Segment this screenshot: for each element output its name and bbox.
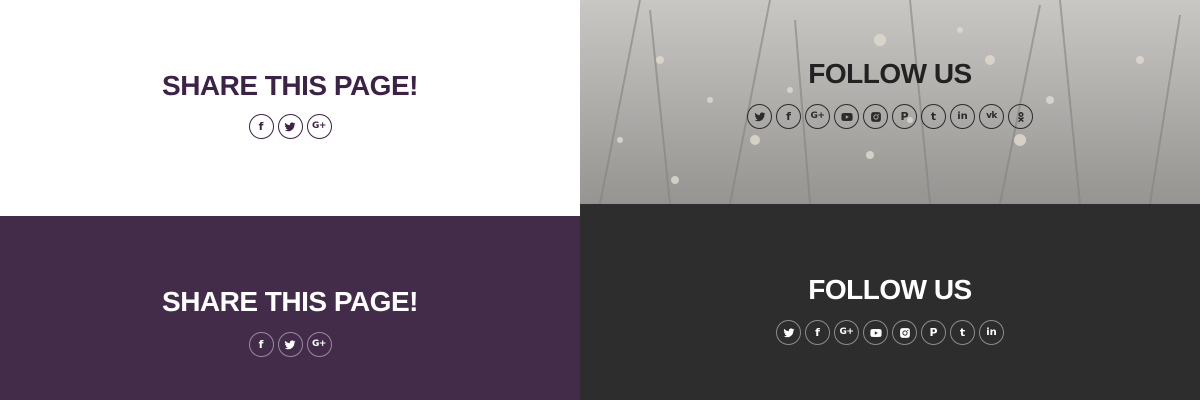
- follow-title: FOLLOW US: [808, 58, 972, 89]
- photo-overlay: [580, 0, 1200, 204]
- vk-glyph: vk: [986, 111, 997, 121]
- linkedin-icon[interactable]: in: [950, 104, 975, 129]
- vk-icon[interactable]: vk: [979, 104, 1004, 129]
- tumblr-glyph: t: [959, 326, 966, 339]
- share-section-light: SHARE THIS PAGE! f G+: [0, 0, 580, 216]
- follow-section-photo: FOLLOW US f G+ P t in vk: [580, 0, 1200, 204]
- follow-title: FOLLOW US: [808, 274, 972, 305]
- youtube-icon[interactable]: [863, 320, 888, 345]
- youtube-icon[interactable]: [834, 104, 859, 129]
- share-title: SHARE THIS PAGE!: [162, 286, 418, 317]
- facebook-icon[interactable]: f: [248, 114, 274, 139]
- twitter-icon[interactable]: [277, 332, 303, 357]
- google-plus-glyph: G+: [312, 121, 326, 131]
- twitter-icon[interactable]: [277, 114, 303, 139]
- facebook-glyph: f: [258, 120, 264, 133]
- tumblr-icon[interactable]: t: [921, 104, 946, 129]
- follow-icons: f G+ P t in: [776, 320, 1004, 345]
- facebook-glyph: f: [258, 338, 264, 351]
- pinterest-glyph: P: [900, 110, 909, 123]
- google-plus-glyph: G+: [312, 339, 326, 349]
- twitter-icon[interactable]: [776, 320, 801, 345]
- pinterest-icon[interactable]: P: [921, 320, 946, 345]
- facebook-icon[interactable]: f: [248, 332, 274, 357]
- twitter-icon[interactable]: [747, 104, 772, 129]
- pinterest-icon[interactable]: P: [892, 104, 917, 129]
- tumblr-icon[interactable]: t: [950, 320, 975, 345]
- facebook-glyph: f: [786, 110, 791, 123]
- instagram-icon[interactable]: [892, 320, 917, 345]
- share-icons: f G+: [248, 114, 332, 139]
- tumblr-glyph: t: [930, 110, 937, 123]
- share-title: SHARE THIS PAGE!: [162, 70, 418, 101]
- linkedin-icon[interactable]: in: [979, 320, 1004, 345]
- pinterest-glyph: P: [929, 326, 938, 339]
- instagram-icon[interactable]: [863, 104, 888, 129]
- facebook-glyph: f: [815, 326, 820, 339]
- google-plus-icon[interactable]: G+: [306, 332, 332, 357]
- follow-icons: f G+ P t in vk: [747, 104, 1033, 129]
- google-plus-icon[interactable]: G+: [306, 114, 332, 139]
- linkedin-glyph: in: [986, 326, 997, 338]
- facebook-icon[interactable]: f: [776, 104, 801, 129]
- linkedin-glyph: in: [957, 110, 968, 122]
- google-plus-icon[interactable]: G+: [805, 104, 830, 129]
- share-icons: f G+: [248, 332, 332, 357]
- follow-section-dark: FOLLOW US f G+ P t in: [580, 204, 1200, 400]
- facebook-icon[interactable]: f: [805, 320, 830, 345]
- share-section-dark: SHARE THIS PAGE! f G+: [0, 216, 580, 400]
- google-plus-icon[interactable]: G+: [834, 320, 859, 345]
- odnoklassniki-icon[interactable]: [1008, 104, 1033, 129]
- google-plus-glyph: G+: [810, 111, 825, 121]
- google-plus-glyph: G+: [839, 327, 854, 337]
